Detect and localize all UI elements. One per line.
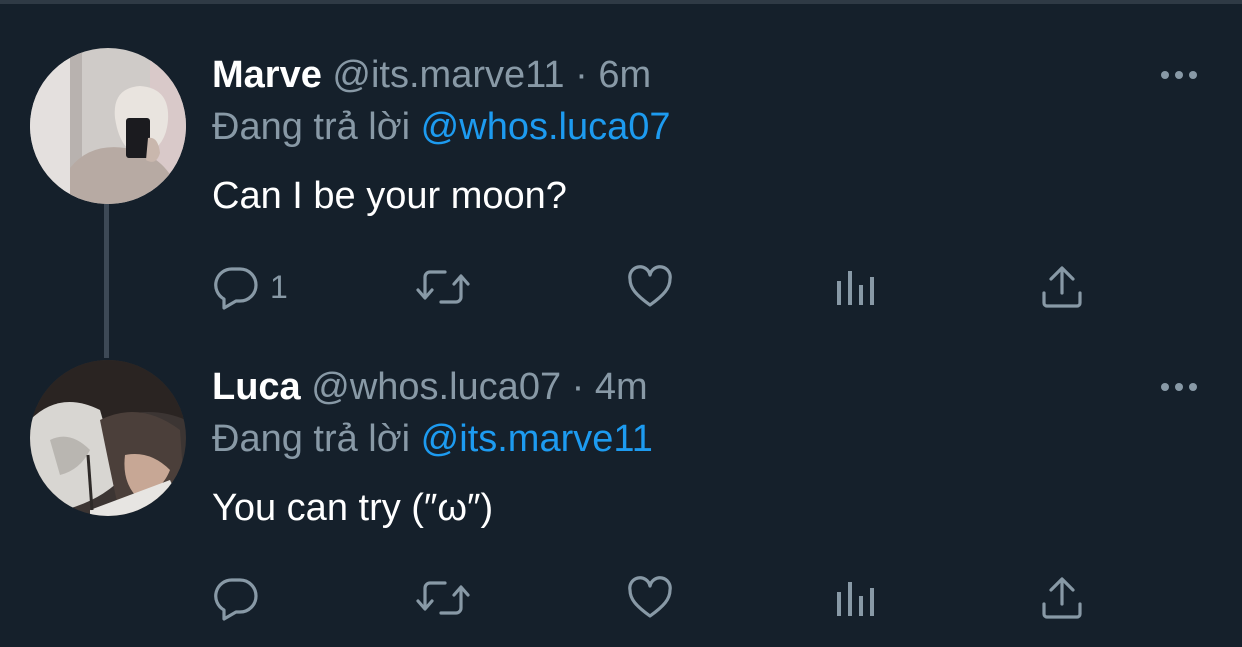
avatar[interactable]	[30, 360, 186, 516]
more-icon	[1161, 71, 1197, 79]
timestamp[interactable]: 4m	[595, 366, 648, 408]
heart-icon	[628, 576, 672, 618]
top-divider	[0, 0, 1242, 4]
thread-connector	[104, 204, 109, 358]
avatar-photo-icon	[30, 48, 186, 204]
tweet-header: Marve @its.marve11 · 6m	[212, 53, 651, 97]
more-button[interactable]	[1158, 372, 1200, 402]
mention-link[interactable]: @whos.luca07	[421, 106, 671, 148]
user-handle[interactable]: @its.marve11	[332, 54, 564, 96]
action-bar: 1	[212, 262, 1112, 312]
separator: ·	[575, 54, 588, 96]
views-button[interactable]	[834, 262, 878, 312]
mention-link[interactable]: @its.marve11	[421, 418, 653, 460]
reply-count: 1	[270, 268, 288, 305]
tweet-header: Luca @whos.luca07 · 4m	[212, 365, 648, 409]
share-icon	[1042, 577, 1082, 619]
replying-to: Đang trả lời @whos.luca07	[212, 105, 671, 149]
timestamp[interactable]: 6m	[598, 54, 651, 96]
replying-label: Đang trả lời	[212, 418, 411, 460]
separator: ·	[571, 366, 585, 408]
retweet-icon	[416, 270, 470, 304]
reply-icon	[214, 578, 258, 621]
like-button[interactable]	[626, 573, 674, 623]
action-bar	[212, 573, 1112, 623]
share-button[interactable]	[1038, 262, 1086, 312]
retweet-button[interactable]	[415, 573, 471, 623]
reply-button[interactable]: 1	[212, 262, 288, 312]
replying-to: Đang trả lời @its.marve11	[212, 417, 653, 461]
avatar[interactable]	[30, 48, 186, 204]
user-handle[interactable]: @whos.luca07	[311, 366, 561, 408]
more-button[interactable]	[1158, 60, 1200, 90]
retweet-button[interactable]	[415, 262, 471, 312]
share-button[interactable]	[1038, 573, 1086, 623]
analytics-icon	[837, 582, 874, 616]
tweet-text: Can I be your moon?	[212, 175, 567, 217]
tweet-text: You can try (″ω″)	[212, 487, 494, 529]
reply-thread: Marve @its.marve11 · 6m Đang trả lời @wh…	[0, 0, 1242, 647]
share-icon	[1042, 266, 1082, 308]
reply-button[interactable]	[212, 573, 260, 623]
avatar-photo-icon	[30, 360, 186, 516]
views-button[interactable]	[834, 573, 878, 623]
replying-label: Đang trả lời	[212, 106, 411, 148]
analytics-icon	[837, 271, 874, 305]
display-name[interactable]: Marve	[212, 54, 322, 96]
retweet-icon	[416, 581, 470, 615]
reply-icon	[214, 267, 258, 310]
more-icon	[1161, 383, 1197, 391]
like-button[interactable]	[626, 262, 674, 312]
display-name[interactable]: Luca	[212, 366, 301, 408]
heart-icon	[628, 265, 672, 307]
